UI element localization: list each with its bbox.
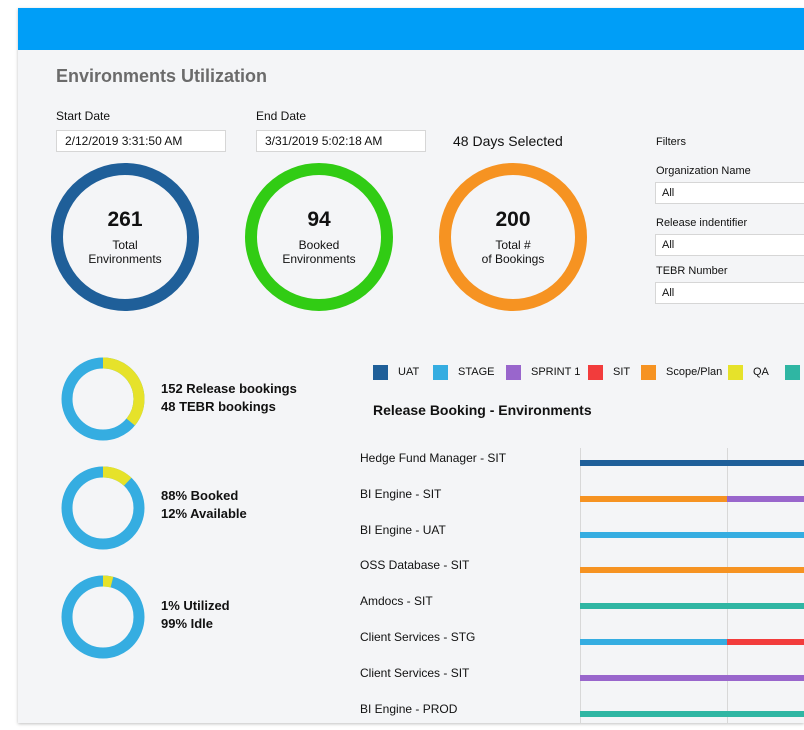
grid-line xyxy=(580,448,581,723)
gantt-bar[interactable] xyxy=(580,567,804,574)
gantt-bar[interactable] xyxy=(580,710,804,717)
gantt-bar[interactable] xyxy=(580,603,804,610)
gantt-bar[interactable] xyxy=(727,495,804,502)
row-label: BI Engine - SIT xyxy=(360,486,442,501)
gantt-bar[interactable] xyxy=(580,639,727,645)
row-label: BI Engine - PROD xyxy=(360,701,458,716)
gantt-bar[interactable] xyxy=(580,460,804,466)
gantt-bar[interactable] xyxy=(727,639,804,645)
row-label: Client Services - STG xyxy=(360,630,476,644)
release-booking-chart: Hedge Fund Manager - SIT BI Engine - SIT B… xyxy=(18,8,804,723)
row-label: Hedge Fund Manager - SIT xyxy=(360,451,507,465)
grid-line xyxy=(727,448,728,723)
dashboard-panel: Environments Utilization Start Date 2/12… xyxy=(18,8,804,723)
row-label: Amdocs - SIT xyxy=(360,594,433,609)
row-label: BI Engine - UAT xyxy=(360,522,446,537)
gantt-bar[interactable] xyxy=(580,531,804,538)
gantt-bar[interactable] xyxy=(580,674,804,681)
row-label: OSS Database - SIT xyxy=(360,558,470,573)
row-label: Client Services - SIT xyxy=(360,665,470,680)
gantt-bar[interactable] xyxy=(580,495,727,502)
